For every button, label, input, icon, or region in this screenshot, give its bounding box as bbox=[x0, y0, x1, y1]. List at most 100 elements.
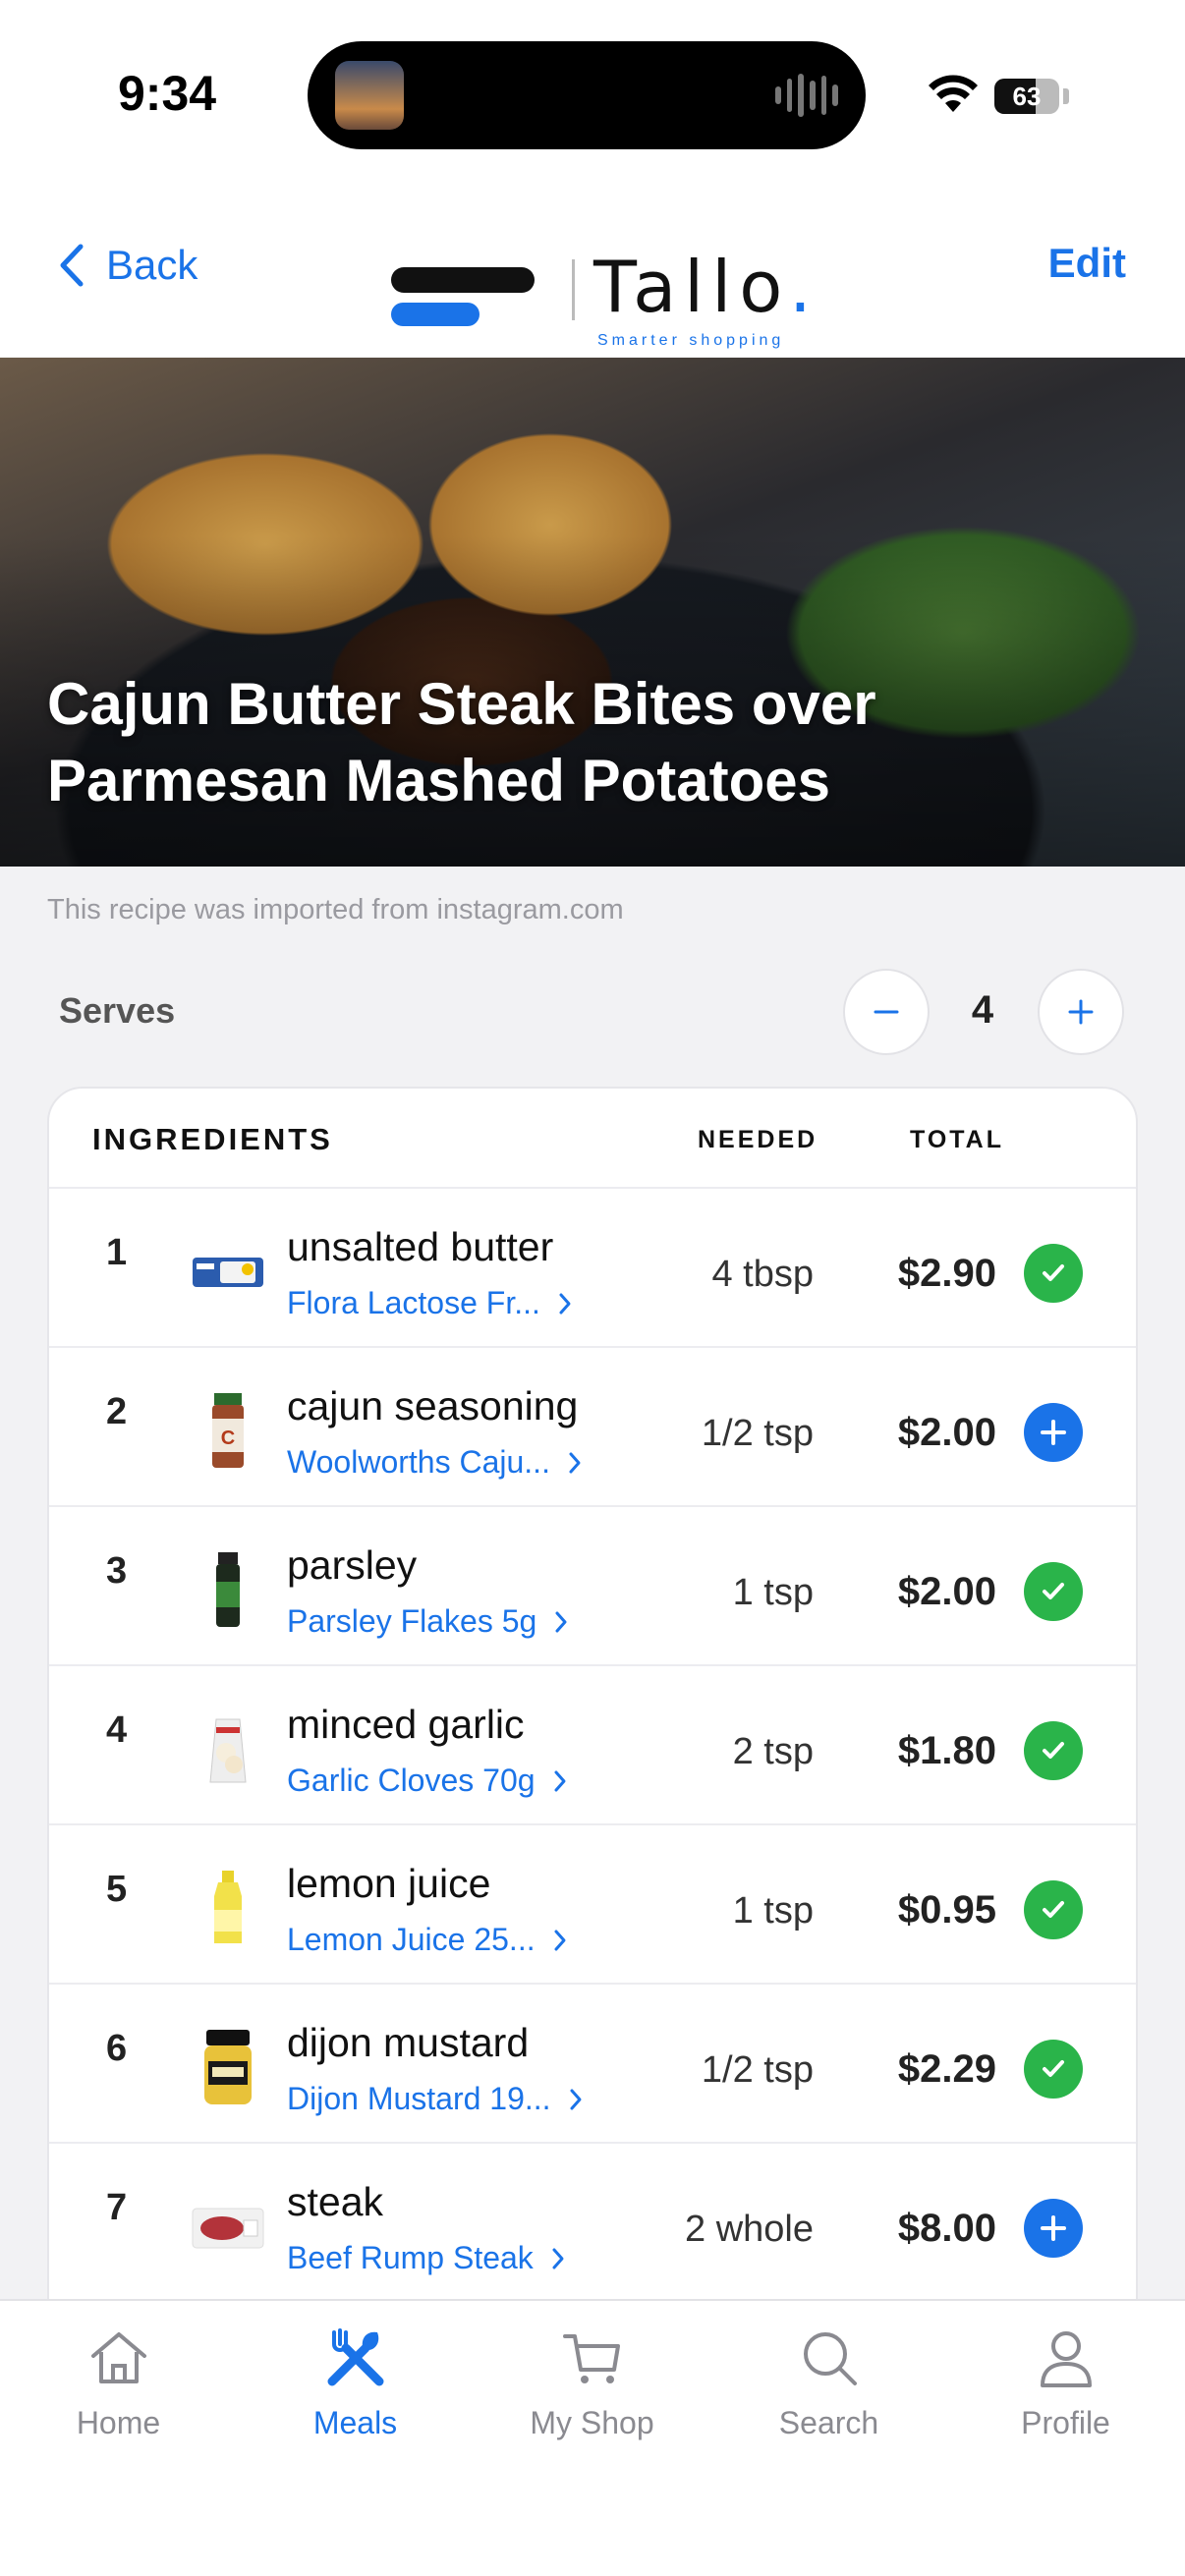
total-price: $2.00 bbox=[897, 1411, 996, 1454]
product-name: Parsley Flakes 5g bbox=[287, 1603, 537, 1639]
chevron-left-icon bbox=[60, 244, 84, 287]
tab-profile[interactable]: Profile bbox=[947, 2301, 1184, 2448]
ingredient-name: parsley bbox=[287, 1542, 418, 1588]
audio-waveform-icon bbox=[775, 71, 839, 120]
tab-label: My Shop bbox=[530, 2405, 654, 2440]
tab-label: Search bbox=[778, 2405, 879, 2440]
total-price: $8.00 bbox=[897, 2207, 996, 2250]
ingredient-number: 4 bbox=[106, 1709, 128, 1751]
needed-amount: 2 whole bbox=[685, 2209, 814, 2250]
chevron-right-icon bbox=[554, 1770, 566, 1791]
cart-icon bbox=[562, 2334, 620, 2383]
home-icon bbox=[90, 2332, 146, 2383]
product-link[interactable]: Parsley Flakes 5g bbox=[287, 1603, 568, 1640]
ingredient-name: lemon juice bbox=[287, 1861, 491, 1906]
needed-amount: 1/2 tsp bbox=[701, 1413, 814, 1454]
added-status-button[interactable] bbox=[1024, 1562, 1083, 1621]
person-icon bbox=[1040, 2331, 1092, 2387]
ingredient-number: 7 bbox=[106, 2187, 128, 2228]
ingredient-row[interactable]: 7 steak Beef Rump Steak 2 whole $8.00 bbox=[49, 2144, 1136, 2303]
tab-label: Profile bbox=[1021, 2405, 1110, 2440]
increase-serves-button[interactable] bbox=[1038, 969, 1124, 1055]
product-image: C bbox=[187, 1389, 269, 1472]
check-icon bbox=[1043, 1742, 1064, 1759]
check-icon bbox=[1043, 1583, 1064, 1599]
product-link[interactable]: Beef Rump Steak bbox=[287, 2240, 565, 2276]
back-label: Back bbox=[106, 242, 198, 288]
total-column-header: TOTAL bbox=[910, 1126, 1005, 1153]
product-image bbox=[187, 1708, 269, 1790]
product-link[interactable]: Dijon Mustard 19... bbox=[287, 2081, 583, 2117]
product-image bbox=[187, 2026, 269, 2108]
product-link[interactable]: Woolworths Caju... bbox=[287, 1444, 582, 1481]
logo-word: Tallo bbox=[593, 246, 789, 328]
search-icon bbox=[803, 2332, 857, 2385]
ingredient-row[interactable]: 2 Ccajun seasoning Woolworths Caju... 1/2 t… bbox=[49, 1348, 1136, 1507]
chevron-right-icon bbox=[570, 2089, 582, 2109]
wifi-icon bbox=[929, 75, 978, 112]
serves-value: 4 bbox=[971, 988, 994, 1032]
ingredient-name: cajun seasoning bbox=[287, 1383, 579, 1428]
check-icon bbox=[1043, 1264, 1064, 1281]
decrease-serves-button[interactable] bbox=[843, 969, 930, 1055]
plus-icon bbox=[1068, 999, 1094, 1025]
needed-column-header: NEEDED bbox=[698, 1126, 818, 1153]
minus-icon bbox=[874, 1010, 899, 1014]
chevron-right-icon bbox=[559, 1293, 571, 1314]
chevron-right-icon bbox=[555, 1611, 567, 1632]
ingredient-number: 5 bbox=[106, 1869, 128, 1910]
tab-my-shop[interactable]: My Shop bbox=[474, 2301, 710, 2448]
needed-amount: 1/2 tsp bbox=[701, 2049, 814, 2091]
tab-home[interactable]: Home bbox=[0, 2301, 237, 2448]
total-price: $0.95 bbox=[897, 1888, 996, 1932]
recipe-hero-image: Cajun Butter Steak Bites over Parmesan M… bbox=[0, 358, 1185, 867]
total-price: $2.29 bbox=[897, 2047, 996, 2091]
back-button[interactable]: Back bbox=[59, 236, 198, 295]
ingredient-row[interactable]: 4 minced garlic Garlic Cloves 70g 2 tsp $1.8… bbox=[49, 1666, 1136, 1825]
tab-search[interactable]: Search bbox=[710, 2301, 947, 2448]
status-bar: 9:34 63 bbox=[0, 0, 1185, 177]
ingredient-row[interactable]: 6 dijon mustard Dijon Mustard 19... 1/2 tsp… bbox=[49, 1985, 1136, 2144]
product-link[interactable]: Flora Lactose Fr... bbox=[287, 1285, 572, 1321]
product-name: Dijon Mustard 19... bbox=[287, 2081, 551, 2116]
product-image bbox=[187, 1230, 269, 1313]
tallo-logo: Tallo. Smarter shopping bbox=[391, 216, 823, 349]
battery-percent: 63 bbox=[1012, 82, 1042, 111]
product-link[interactable]: Lemon Juice 25... bbox=[287, 1922, 567, 1958]
ingredients-card: INGREDIENTS NEEDED TOTAL 1 unsalted butte… bbox=[47, 1087, 1138, 2305]
product-name: Lemon Juice 25... bbox=[287, 1922, 536, 1957]
added-status-button[interactable] bbox=[1024, 2040, 1083, 2099]
added-status-button[interactable] bbox=[1024, 1880, 1083, 1939]
product-image bbox=[187, 1867, 269, 1949]
tab-label: Home bbox=[76, 2405, 161, 2440]
ingredient-name: steak bbox=[287, 2179, 383, 2224]
add-to-cart-button[interactable] bbox=[1024, 1403, 1083, 1462]
now-playing-artwork bbox=[335, 61, 404, 130]
ingredient-number: 3 bbox=[106, 1550, 128, 1592]
added-status-button[interactable] bbox=[1024, 1244, 1083, 1303]
recipe-title: Cajun Butter Steak Bites over Parmesan M… bbox=[47, 671, 876, 813]
fork-knife-icon bbox=[327, 2328, 383, 2386]
ingredient-number: 1 bbox=[106, 1232, 128, 1273]
status-time: 9:34 bbox=[118, 66, 217, 121]
ingredient-row[interactable]: 5 lemon juice Lemon Juice 25... 1 tsp $0.95 bbox=[49, 1825, 1136, 1985]
dynamic-island bbox=[308, 41, 866, 149]
edit-button[interactable]: Edit bbox=[1048, 240, 1126, 287]
ingredient-row[interactable]: 1 unsalted butter Flora Lactose Fr... 4 tbs… bbox=[49, 1189, 1136, 1348]
ingredients-header: INGREDIENTS NEEDED TOTAL bbox=[49, 1089, 1136, 1189]
product-link[interactable]: Garlic Cloves 70g bbox=[287, 1763, 567, 1799]
tab-meals[interactable]: Meals bbox=[237, 2301, 474, 2448]
total-price: $2.00 bbox=[897, 1570, 996, 1613]
tab-bar: Home Meals My Shop Search Profile bbox=[0, 2299, 1185, 2576]
needed-amount: 1 tsp bbox=[732, 1572, 814, 1613]
added-status-button[interactable] bbox=[1024, 1721, 1083, 1780]
ingredient-name: minced garlic bbox=[287, 1702, 525, 1747]
add-to-cart-button[interactable] bbox=[1024, 2199, 1083, 2258]
product-name: Garlic Cloves 70g bbox=[287, 1763, 536, 1798]
check-icon bbox=[1043, 2060, 1064, 2077]
tab-label: Meals bbox=[312, 2405, 398, 2440]
logo-tagline: Smarter shopping bbox=[597, 332, 785, 349]
product-name: Flora Lactose Fr... bbox=[287, 1285, 540, 1320]
logo-dot: . bbox=[788, 246, 819, 328]
ingredient-row[interactable]: 3 parsley Parsley Flakes 5g 1 tsp $2.00 bbox=[49, 1507, 1136, 1666]
